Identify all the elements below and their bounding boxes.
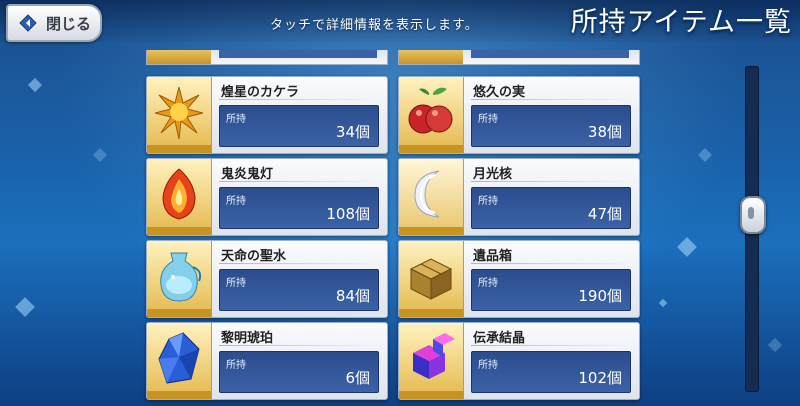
divider <box>471 181 631 182</box>
count-label: 所持 <box>226 114 246 125</box>
item-name: 鬼炎鬼灯 <box>221 167 274 182</box>
cube-crystal-icon <box>413 333 455 379</box>
divider <box>471 345 631 346</box>
divider <box>219 181 379 182</box>
scrollbar-thumb[interactable] <box>740 196 766 234</box>
background-sparkle <box>658 298 668 308</box>
back-arrow-icon <box>18 13 38 33</box>
close-button[interactable]: 閉じる <box>6 4 102 42</box>
list-item[interactable]: 煌星のカケラ 所持 34個 <box>146 76 388 154</box>
count-box: 所持 34個 <box>219 105 379 147</box>
list-item[interactable]: 黎明琥珀 所持 6個 <box>146 322 388 400</box>
count-value: 190個 <box>578 287 622 305</box>
count-label: 所持 <box>226 196 246 207</box>
rarity-strip <box>147 309 211 317</box>
background-sparkle <box>27 77 43 93</box>
list-item[interactable]: 天命の聖水 所持 84個 <box>146 240 388 318</box>
rarity-strip <box>399 145 463 153</box>
count-label: 所持 <box>478 196 498 207</box>
count-value: 102個 <box>578 369 622 387</box>
count-value: 6個 <box>345 369 370 387</box>
item-name: 遺品箱 <box>473 249 513 264</box>
item-icon-frame <box>399 323 464 399</box>
rarity-strip <box>399 391 463 399</box>
count-box: 所持 108個 <box>219 187 379 229</box>
list-item[interactable]: 鬼炎鬼灯 所持 108個 <box>146 158 388 236</box>
item-icon-frame <box>399 241 464 317</box>
count-box: 所持 47個 <box>471 187 631 229</box>
relic-box-icon <box>409 258 453 300</box>
list-item[interactable]: 伝承結晶 所持 102個 <box>398 322 640 400</box>
count-box: 所持 38個 <box>471 105 631 147</box>
red-fruit-icon <box>408 87 453 134</box>
item-name: 悠久の実 <box>473 85 526 100</box>
count-value: 47個 <box>587 205 622 223</box>
count-box: 所持 190個 <box>471 269 631 311</box>
item-name: 天命の聖水 <box>221 249 287 264</box>
count-box-partial <box>471 50 629 58</box>
count-value: 84個 <box>335 287 370 305</box>
water-jar-icon <box>160 252 202 302</box>
item-icon-frame <box>147 323 212 399</box>
count-box: 所持 84個 <box>219 269 379 311</box>
flame-lantern-icon <box>162 168 196 220</box>
item-icon-frame <box>147 77 212 153</box>
page-title: 所持アイテム一覧 <box>570 7 792 38</box>
count-label: 所持 <box>226 278 246 289</box>
count-value: 108個 <box>326 205 370 223</box>
item-frame-partial <box>147 50 211 64</box>
list-item-partial[interactable] <box>398 50 640 65</box>
item-name: 月光核 <box>473 167 513 182</box>
item-name: 黎明琥珀 <box>221 331 274 346</box>
crescent-moon-icon <box>414 170 440 218</box>
background-sparkle <box>677 237 697 257</box>
count-value: 34個 <box>335 123 370 141</box>
count-box: 所持 102個 <box>471 351 631 393</box>
background-sparkle <box>697 147 713 163</box>
item-frame-partial <box>399 50 463 64</box>
count-label: 所持 <box>478 278 498 289</box>
item-icon-frame <box>399 77 464 153</box>
list-item[interactable]: 月光核 所持 47個 <box>398 158 640 236</box>
list-item-partial[interactable] <box>146 50 388 65</box>
rarity-strip <box>147 391 211 399</box>
divider <box>471 263 631 264</box>
background-sparkle <box>15 297 35 317</box>
hint-text: タッチで詳細情報を表示します。 <box>270 18 479 33</box>
rarity-strip <box>147 227 211 235</box>
rarity-strip <box>399 309 463 317</box>
count-label: 所持 <box>478 360 498 371</box>
divider <box>471 99 631 100</box>
item-icon-frame <box>147 241 212 317</box>
close-button-label: 閉じる <box>46 14 92 33</box>
divider <box>219 99 379 100</box>
count-label: 所持 <box>226 360 246 371</box>
divider <box>219 263 379 264</box>
list-item[interactable]: 悠久の実 所持 38個 <box>398 76 640 154</box>
amber-crystal-icon <box>158 332 200 384</box>
item-name: 伝承結晶 <box>473 331 526 346</box>
count-box-partial <box>219 50 377 58</box>
count-value: 38個 <box>587 123 622 141</box>
count-box: 所持 6個 <box>219 351 379 393</box>
rarity-strip <box>147 145 211 153</box>
rarity-strip <box>399 227 463 235</box>
list-item[interactable]: 遺品箱 所持 190個 <box>398 240 640 318</box>
divider <box>219 345 379 346</box>
item-icon-frame <box>147 159 212 235</box>
item-name: 煌星のカケラ <box>221 85 300 100</box>
background-sparkle <box>767 337 783 353</box>
star-shard-icon <box>154 86 204 140</box>
item-icon-frame <box>399 159 464 235</box>
count-label: 所持 <box>478 114 498 125</box>
background-sparkle <box>92 147 108 163</box>
